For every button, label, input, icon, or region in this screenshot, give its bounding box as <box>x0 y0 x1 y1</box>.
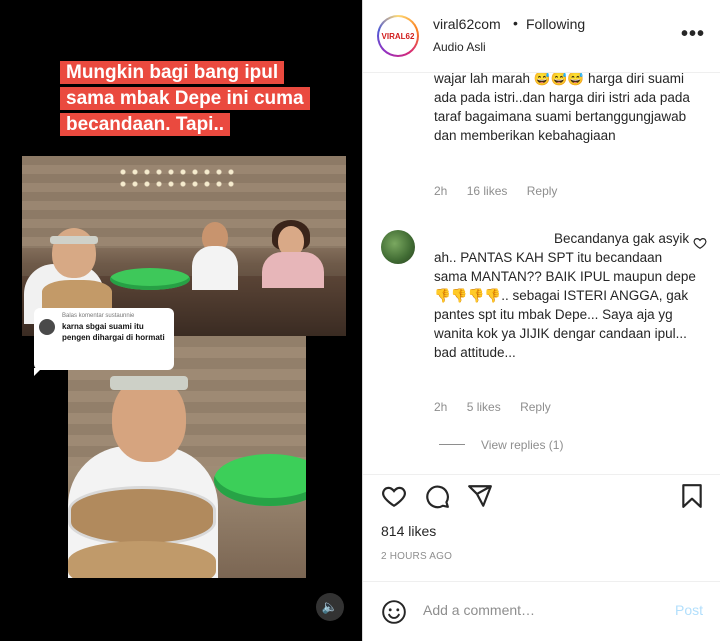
comment-likes[interactable]: 5 likes <box>467 400 501 414</box>
audio-link[interactable]: Audio Asli <box>433 40 486 54</box>
overlay-comment-text: karna sbgai suami itu pengen dihargai di… <box>62 322 165 342</box>
share-icon[interactable] <box>467 483 493 509</box>
avatar[interactable]: VIRAL62 <box>377 15 419 57</box>
comments-list[interactable]: wajar lah marah 😅😅😅 harga diri suami ada… <box>363 73 720 473</box>
overlay-comment-meta: Balas komentar sustaunnie <box>62 313 135 319</box>
comment-time: 2h <box>434 184 448 198</box>
comment-text: Becandanya gak asyik ah.. PANTAS KAH SPT… <box>434 231 696 360</box>
post-timestamp: 2 HOURS AGO <box>381 551 453 562</box>
comment-time: 2h <box>434 400 448 414</box>
likes-count[interactable]: 814 likes <box>381 523 436 539</box>
separator-dot: • <box>513 15 518 31</box>
comment-meta: 2h 16 likes Reply <box>434 184 573 198</box>
post-button[interactable]: Post <box>675 602 703 618</box>
comment-meta: 2h 5 likes Reply <box>434 400 567 414</box>
heart-icon[interactable] <box>381 483 407 509</box>
reply-button[interactable]: Reply <box>520 400 551 414</box>
username-link[interactable]: viral62com <box>433 16 501 32</box>
divider <box>439 444 465 445</box>
comment-icon[interactable] <box>424 483 450 509</box>
avatar <box>39 319 55 335</box>
action-bar <box>363 474 720 514</box>
overlay-comment-bubble: Balas komentar sustaunnie karna sbgai su… <box>34 308 174 376</box>
volume-icon[interactable]: 🔈 <box>316 593 344 621</box>
bookmark-icon[interactable] <box>679 483 705 509</box>
comment-text: wajar lah marah 😅😅😅 harga diri suami ada… <box>434 73 690 143</box>
avatar[interactable] <box>381 230 415 264</box>
post-header: VIRAL62 viral62com • Following Audio Asl… <box>363 0 720 73</box>
video-caption: Mungkin bagi bang ipul sama mbak Depe in… <box>60 60 310 138</box>
view-replies-button[interactable]: View replies (1) <box>481 438 563 452</box>
add-comment-bar: Post <box>363 581 720 641</box>
following-button[interactable]: Following <box>526 16 585 32</box>
more-options-icon[interactable]: ••• <box>681 24 705 44</box>
comment-input[interactable] <box>423 602 653 618</box>
heart-icon[interactable] <box>693 236 707 250</box>
comment-likes[interactable]: 16 likes <box>467 184 508 198</box>
logo-icon: VIRAL62 <box>379 17 417 55</box>
reel-video[interactable]: Mungkin bagi bang ipul sama mbak Depe in… <box>0 0 362 641</box>
emoji-icon[interactable] <box>381 599 407 625</box>
video-frame-bottom <box>68 336 306 578</box>
post-panel: VIRAL62 viral62com • Following Audio Asl… <box>362 0 720 641</box>
reply-button[interactable]: Reply <box>527 184 558 198</box>
